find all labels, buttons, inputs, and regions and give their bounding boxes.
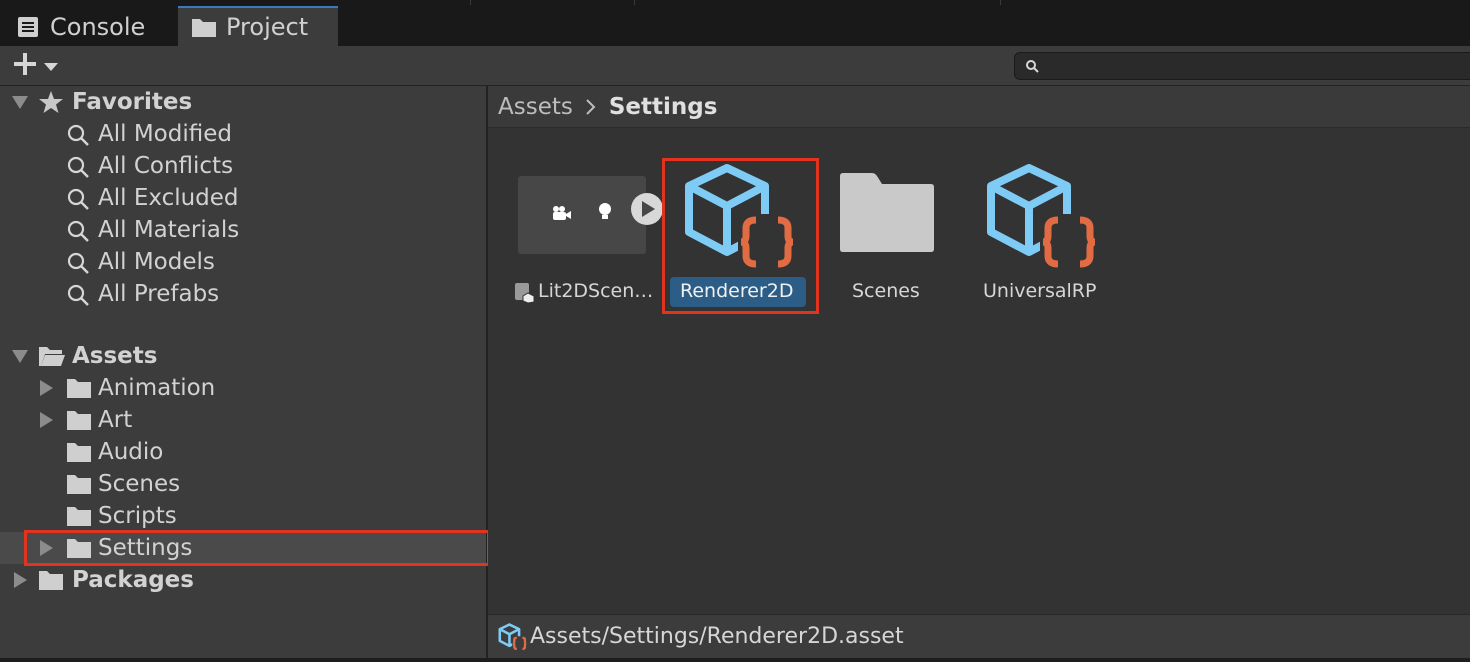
asset-lit2dscene[interactable]: Lit2DScen… (514, 174, 666, 314)
tree-favorite-all-prefabs[interactable]: All Prefabs (0, 278, 486, 310)
tab-console-label: Console (50, 13, 146, 41)
search-input[interactable] (1049, 55, 1470, 79)
breadcrumb-settings[interactable]: Settings (609, 94, 718, 120)
play-button-icon[interactable] (630, 192, 664, 231)
tree-favorite-all-models[interactable]: All Models (0, 246, 486, 278)
tree-folder-audio[interactable]: Audio (0, 436, 486, 468)
tree-folder-scenes[interactable]: Scenes (0, 468, 486, 500)
asset-label: UniversalRP (983, 280, 1097, 302)
tree-favorite-label: All Prefabs (98, 281, 220, 307)
asset-path-text: Assets/Settings/Renderer2D.asset (530, 624, 904, 649)
tab-bar-divider (1000, 0, 1001, 5)
asset-scenes-folder[interactable]: Scenes (834, 172, 940, 312)
search-icon (66, 187, 90, 217)
folder-icon (38, 570, 64, 597)
tree-folder-label: Animation (98, 375, 216, 401)
chevron-right-icon (585, 98, 597, 116)
window-tab-bar: Console Project (0, 0, 1470, 46)
expand-arrow-icon[interactable] (40, 540, 53, 556)
folder-icon (66, 474, 92, 501)
expand-arrow-icon[interactable] (12, 96, 28, 109)
tree-favorite-all-materials[interactable]: All Materials (0, 214, 486, 246)
project-toolbar (0, 46, 1470, 86)
light-bulb-icon (598, 202, 612, 227)
tree-folder-label: Art (98, 407, 133, 433)
tree-favorite-label: All Excluded (98, 185, 239, 211)
search-icon (66, 219, 90, 249)
tree-assets-label: Assets (72, 343, 158, 369)
search-icon (66, 155, 90, 185)
plus-icon (12, 51, 38, 81)
breadcrumb-assets[interactable]: Assets (498, 94, 573, 120)
asset-grid: Lit2DScen… Renderer2D Scenes UniversalRP (488, 128, 1470, 614)
scriptable-object-icon (984, 162, 1102, 277)
asset-label: Renderer2D (680, 280, 794, 302)
asset-label: Lit2DScen… (538, 280, 654, 302)
search-icon (66, 283, 90, 313)
tree-folder-art[interactable]: Art (0, 404, 486, 436)
tab-project[interactable]: Project (178, 6, 338, 46)
tree-favorite-label: All Conflicts (98, 153, 234, 179)
tree-favorites-label: Favorites (72, 89, 193, 115)
tab-project-label: Project (226, 13, 309, 41)
tree-assets-header[interactable]: Assets (0, 340, 486, 372)
tree-folder-animation[interactable]: Animation (0, 372, 486, 404)
tree-folder-scripts[interactable]: Scripts (0, 500, 486, 532)
scene-thumbnail (518, 176, 646, 254)
tree-favorite-all-conflicts[interactable]: All Conflicts (0, 150, 486, 182)
asset-renderer2d[interactable]: Renderer2D (666, 162, 806, 310)
tree-favorite-all-excluded[interactable]: All Excluded (0, 182, 486, 214)
folder-icon (190, 16, 218, 38)
asset-label: Scenes (852, 280, 920, 302)
console-icon (14, 16, 42, 38)
folder-icon (66, 506, 92, 533)
tree-packages-label: Packages (72, 567, 194, 593)
camera-icon (550, 204, 572, 226)
tree-folder-label: Scenes (98, 471, 181, 497)
search-field[interactable] (1014, 52, 1470, 80)
folder-tree-panel: Favorites All Modified All Conflicts All… (0, 86, 488, 662)
tree-favorite-label: All Materials (98, 217, 240, 243)
tree-folder-settings[interactable]: Settings (0, 532, 486, 564)
asset-path-bar: Assets/Settings/Renderer2D.asset (488, 614, 1470, 658)
tree-packages-header[interactable]: Packages (0, 564, 486, 596)
expand-arrow-icon[interactable] (12, 350, 28, 363)
folder-icon (66, 410, 92, 437)
tree-favorite-label: All Modified (98, 121, 232, 147)
asset-universalrp[interactable]: UniversalRP (978, 162, 1110, 310)
folder-open-icon (38, 345, 66, 373)
search-icon (66, 251, 90, 281)
breadcrumb: Assets Settings (488, 86, 1470, 128)
scriptable-object-icon (498, 622, 528, 651)
expand-arrow-icon[interactable] (14, 572, 27, 588)
tree-favorite-label: All Models (98, 249, 215, 275)
scene-template-icon (514, 282, 536, 309)
tree-folder-label: Settings (98, 535, 193, 561)
star-icon (38, 90, 64, 120)
expand-arrow-icon[interactable] (40, 412, 53, 428)
tab-bar-divider (634, 0, 635, 5)
search-icon (1025, 58, 1039, 77)
tab-console[interactable]: Console (0, 8, 176, 46)
chevron-down-icon (44, 57, 58, 76)
folder-icon (838, 172, 936, 259)
tab-bar-divider (470, 0, 471, 5)
tree-favorite-all-modified[interactable]: All Modified (0, 118, 486, 150)
folder-icon (66, 442, 92, 469)
folder-icon (66, 378, 92, 405)
scriptable-object-icon (682, 162, 800, 277)
expand-arrow-icon[interactable] (40, 380, 53, 396)
bottom-edge (0, 658, 1470, 662)
tree-favorites-header[interactable]: Favorites (0, 86, 486, 118)
tree-folder-label: Audio (98, 439, 164, 465)
tree-folder-label: Scripts (98, 503, 177, 529)
folder-icon (66, 538, 92, 565)
search-icon (66, 123, 90, 153)
create-dropdown-button[interactable] (12, 52, 68, 80)
